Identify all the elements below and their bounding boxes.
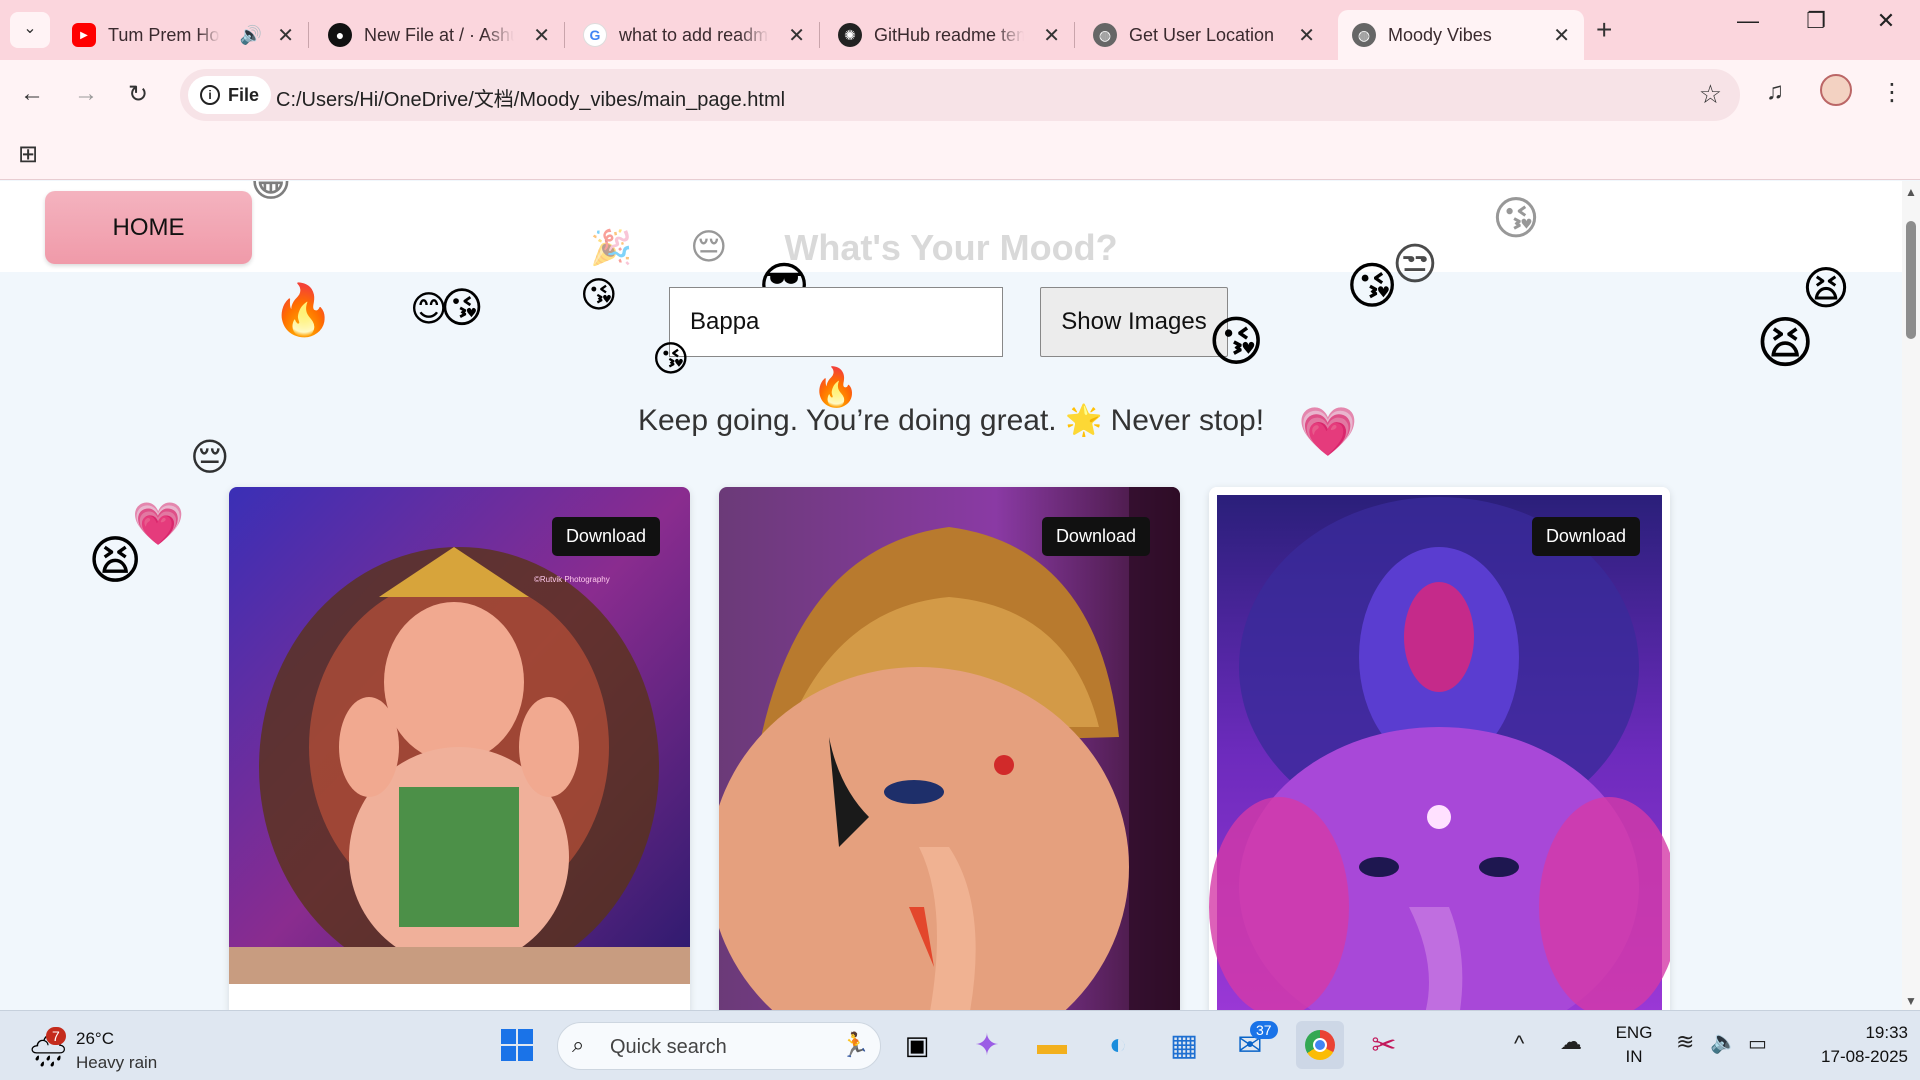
tab-google-search[interactable]: G what to add readme ✕: [569, 10, 820, 60]
info-icon: i: [200, 85, 220, 105]
youtube-icon: ▶: [72, 23, 96, 47]
scroll-up-arrow[interactable]: ▲: [1905, 185, 1917, 199]
search-highlight-image: 🏃: [840, 1032, 870, 1059]
tab-search-button[interactable]: ⌄: [10, 12, 50, 48]
search-icon: ⌕: [572, 1032, 585, 1057]
apps-grid-icon[interactable]: ⊞: [18, 140, 38, 169]
media-control-icon[interactable]: ♫: [1766, 78, 1784, 106]
wifi-icon[interactable]: ≋: [1676, 1029, 1694, 1055]
language-indicator[interactable]: ENG IN: [1612, 1023, 1656, 1067]
tab-divider: [564, 22, 565, 48]
tab-strip: ⌄ ▶ Tum Prem Ho 🔊 ✕ ● New File at / · As…: [0, 0, 1920, 60]
onedrive-icon[interactable]: ☁: [1560, 1029, 1582, 1055]
close-window-button[interactable]: ✕: [1856, 8, 1916, 34]
taskbar-search[interactable]: ⌕ Quick search 🏃: [557, 1022, 881, 1070]
back-icon[interactable]: ←: [20, 80, 44, 108]
weather-widget[interactable]: 🌧 7 26°C Heavy rain: [24, 1019, 194, 1073]
show-hidden-icons[interactable]: ^: [1514, 1031, 1524, 1057]
scroll-thumb[interactable]: [1906, 221, 1916, 339]
start-button[interactable]: [497, 1025, 537, 1065]
edge-icon[interactable]: ◐: [1098, 1025, 1138, 1065]
emoji-decoration: 😫: [88, 532, 143, 590]
weather-desc: Heavy rain: [76, 1053, 158, 1072]
close-tab-icon[interactable]: ✕: [533, 23, 550, 48]
ganesha-image: [1209, 487, 1670, 1010]
emoji-decoration: 😫: [1802, 262, 1850, 314]
close-tab-icon[interactable]: ✕: [1298, 23, 1315, 48]
close-tab-icon[interactable]: ✕: [788, 23, 805, 48]
scroll-down-arrow[interactable]: ▼: [1905, 994, 1917, 1008]
restore-button[interactable]: ❐: [1786, 8, 1846, 34]
moody-vibes-page: 😁 😔 🎉 😘 😒 😎 🔥 😊 😘 😘 😘 😫 😫 😘 😘 🔥 💗 😔 💗 😫 …: [0, 181, 1902, 1010]
minimize-button[interactable]: —: [1718, 8, 1778, 34]
google-icon: G: [583, 23, 607, 47]
chrome-icon[interactable]: [1296, 1021, 1344, 1069]
ganesha-image: [229, 487, 690, 1010]
photo-watermark: ©Rutvik Photography: [534, 575, 610, 584]
speaker-icon[interactable]: 🔊: [240, 25, 262, 46]
emoji-decoration: 🔥: [272, 282, 335, 338]
image-card: ©Rutvik Photography Download: [229, 487, 690, 1010]
emoji-decoration: 😘: [652, 338, 690, 379]
tab-get-user-location[interactable]: ◍ Get User Location ✕: [1079, 10, 1329, 60]
ganesha-image: [719, 487, 1180, 1010]
chatgpt-icon: ✺: [838, 23, 862, 47]
emoji-decoration: 😘: [440, 284, 484, 331]
download-button[interactable]: Download: [1041, 517, 1150, 556]
tab-divider: [819, 22, 820, 48]
battery-icon[interactable]: ▭: [1748, 1031, 1767, 1056]
close-tab-icon[interactable]: ✕: [1043, 23, 1060, 48]
weather-badge: 7: [46, 1027, 66, 1045]
reload-icon[interactable]: ↻: [128, 80, 148, 109]
download-button[interactable]: Download: [1531, 517, 1640, 556]
copilot-icon[interactable]: ✦: [967, 1025, 1007, 1065]
file-explorer-icon[interactable]: ▬: [1032, 1025, 1072, 1065]
menu-kebab-icon[interactable]: ⋮: [1880, 78, 1904, 107]
emoji-decoration: 😫: [1756, 311, 1815, 374]
forward-icon[interactable]: →: [74, 80, 98, 108]
tab-chatgpt[interactable]: ✺ GitHub readme template ✕: [824, 10, 1075, 60]
emoji-decoration: 🔥: [812, 367, 860, 409]
emoji-decoration: 😔: [190, 437, 230, 479]
volume-icon[interactable]: 🔈: [1710, 1029, 1737, 1055]
tab-divider: [1074, 22, 1075, 48]
emoji-decoration: 😘: [1208, 312, 1265, 372]
tab-youtube[interactable]: ▶ Tum Prem Ho 🔊 ✕: [58, 10, 309, 60]
tab-moody-vibes[interactable]: ◍ Moody Vibes ✕: [1338, 10, 1584, 60]
windows-taskbar: 🌧 7 26°C Heavy rain ⌕ Quick search 🏃 ▣ ✦…: [0, 1010, 1920, 1080]
weather-temp: 26°C: [76, 1029, 114, 1048]
close-tab-icon[interactable]: ✕: [1553, 23, 1570, 48]
image-card: Download: [1209, 487, 1670, 1010]
snipping-tool-icon[interactable]: ✂: [1364, 1025, 1404, 1065]
emoji-decoration: 😁: [250, 181, 292, 205]
emoji-decoration: 😘: [580, 274, 618, 315]
mail-badge: 37: [1250, 1021, 1278, 1039]
store-icon[interactable]: ▦: [1164, 1025, 1204, 1065]
bookmarks-bar: ⊞: [0, 130, 1920, 180]
bookmark-star-icon[interactable]: ☆: [1699, 79, 1722, 110]
tab-divider: [308, 22, 309, 48]
browser-toolbar: ← → ↻ i File C:/Users/Hi/OneDrive/文档/Moo…: [0, 60, 1920, 130]
motivation-text: Keep going. You’re doing great. 🌟 Never …: [637, 404, 1265, 437]
image-card: Download: [719, 487, 1180, 1010]
globe-icon: ◍: [1352, 23, 1376, 47]
mood-input[interactable]: [669, 287, 1003, 357]
clock[interactable]: 19:33 17-08-2025: [1792, 1023, 1908, 1067]
search-placeholder: Quick search: [610, 1036, 727, 1058]
page-scrollbar[interactable]: ▲ ▼: [1902, 181, 1920, 1010]
show-images-button[interactable]: Show Images: [1040, 287, 1228, 357]
task-view-icon[interactable]: ▣: [897, 1025, 937, 1065]
download-button[interactable]: Download: [551, 517, 660, 556]
site-info-chip[interactable]: i File: [188, 76, 272, 114]
windows-logo-icon: [501, 1029, 533, 1061]
close-tab-icon[interactable]: ✕: [277, 23, 294, 48]
globe-icon: ◍: [1093, 23, 1117, 47]
page-title: What's Your Mood?: [784, 227, 1118, 268]
new-tab-button[interactable]: +: [1596, 14, 1612, 46]
address-bar[interactable]: i File C:/Users/Hi/OneDrive/文档/Moody_vib…: [180, 69, 1740, 121]
github-icon: ●: [328, 23, 352, 47]
tab-github-new-file[interactable]: ● New File at / · Ashu ✕: [314, 10, 565, 60]
profile-avatar[interactable]: [1820, 74, 1852, 106]
url-text[interactable]: C:/Users/Hi/OneDrive/文档/Moody_vibes/main…: [276, 83, 785, 112]
